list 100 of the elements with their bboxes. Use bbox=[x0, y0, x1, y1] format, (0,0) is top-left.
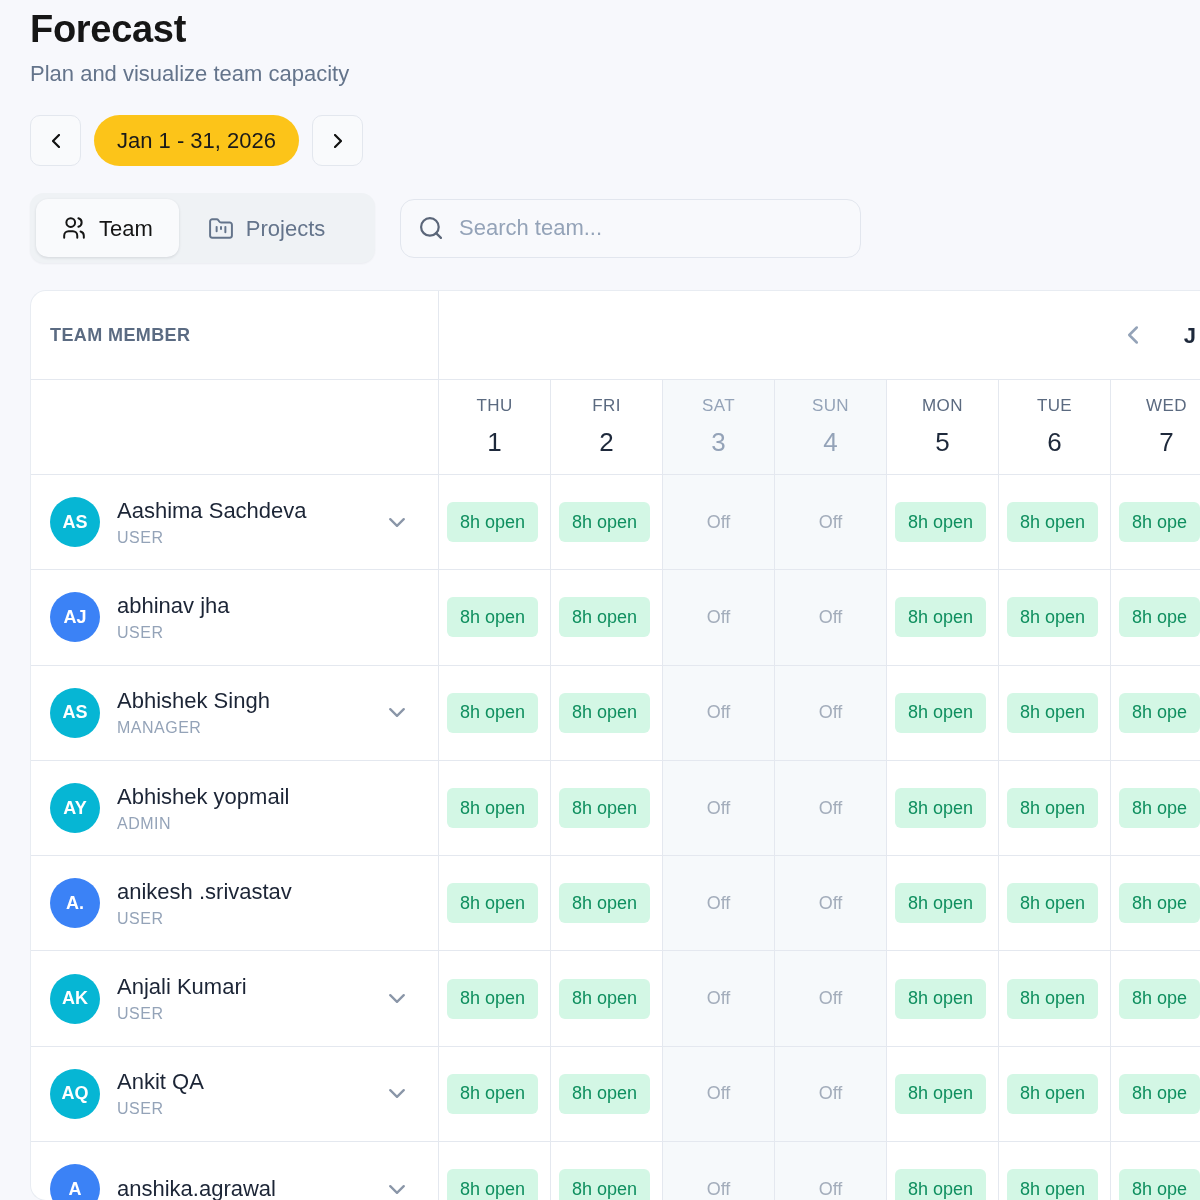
member-name: Ankit QA bbox=[117, 1068, 204, 1097]
open-hours-badge: 8h open bbox=[447, 692, 539, 733]
member-role: USER bbox=[117, 527, 165, 548]
day-off-label: Off bbox=[818, 510, 843, 534]
avatar: AQ bbox=[50, 1068, 100, 1119]
open-hours-badge: 8h ope bbox=[1119, 597, 1200, 638]
date-number: 7 bbox=[1159, 426, 1174, 458]
open-hours-badge: 8h open bbox=[1007, 1073, 1099, 1114]
open-hours-badge: 8h open bbox=[559, 692, 651, 733]
open-hours-badge: 8h open bbox=[447, 978, 539, 1019]
chevron-down-icon[interactable] bbox=[389, 517, 405, 527]
open-hours-badge: 8h open bbox=[559, 883, 651, 924]
day-off-label: Off bbox=[706, 605, 731, 629]
open-hours-badge: 8h open bbox=[1007, 502, 1099, 543]
open-hours-badge: 8h open bbox=[447, 1169, 539, 1200]
avatar: AJ bbox=[50, 592, 100, 643]
open-hours-badge: 8h ope bbox=[1119, 502, 1200, 543]
open-hours-badge: 8h open bbox=[447, 1073, 539, 1114]
avatar: AK bbox=[50, 973, 100, 1024]
member-name: Abhishek Singh bbox=[117, 687, 270, 716]
open-hours-badge: 8h open bbox=[895, 883, 987, 924]
chevron-right-icon bbox=[333, 133, 342, 148]
page-title: Forecast bbox=[30, 7, 187, 52]
day-off-label: Off bbox=[818, 891, 843, 915]
chevron-left-icon bbox=[51, 133, 60, 148]
day-off-label: Off bbox=[818, 987, 843, 1011]
chevron-down-icon[interactable] bbox=[389, 994, 405, 1004]
member-name: Abhishek yopmail bbox=[117, 782, 290, 811]
avatar: A. bbox=[50, 878, 100, 929]
open-hours-badge: 8h open bbox=[895, 788, 987, 829]
folder-chart-icon bbox=[208, 217, 233, 239]
open-hours-badge: 8h ope bbox=[1119, 692, 1200, 733]
chevron-left-icon[interactable] bbox=[1127, 326, 1138, 344]
open-hours-badge: 8h open bbox=[895, 1073, 987, 1114]
open-hours-badge: 8h ope bbox=[1119, 978, 1200, 1019]
date-number: 3 bbox=[711, 426, 726, 458]
open-hours-badge: 8h open bbox=[895, 502, 987, 543]
open-hours-badge: 8h open bbox=[559, 1169, 651, 1200]
avatar: AY bbox=[50, 783, 100, 834]
weekday-label: SUN bbox=[811, 396, 850, 416]
member-role: USER bbox=[117, 1099, 165, 1120]
column-heading: TEAM MEMBER bbox=[50, 323, 191, 347]
member-name: Anjali Kumari bbox=[117, 973, 247, 1002]
open-hours-badge: 8h open bbox=[447, 597, 539, 638]
member-name: anshika.agrawal bbox=[117, 1175, 276, 1200]
chevron-down-icon[interactable] bbox=[389, 1089, 405, 1099]
date-number: 5 bbox=[935, 426, 950, 458]
member-name: anikesh .srivastav bbox=[117, 877, 292, 906]
search-icon bbox=[420, 216, 442, 239]
day-off-label: Off bbox=[706, 891, 731, 915]
day-off-label: Off bbox=[706, 510, 731, 534]
search-field[interactable]: Search team... bbox=[400, 198, 861, 258]
day-off-label: Off bbox=[818, 1082, 843, 1106]
people-icon bbox=[62, 217, 86, 239]
day-off-label: Off bbox=[818, 1177, 843, 1200]
chevron-down-icon[interactable] bbox=[389, 708, 405, 718]
day-off-label: Off bbox=[818, 605, 843, 629]
day-off-label: Off bbox=[818, 796, 843, 820]
weekday-label: MON bbox=[922, 396, 963, 416]
day-off-label: Off bbox=[706, 1177, 731, 1200]
open-hours-badge: 8h ope bbox=[1119, 1169, 1200, 1200]
member-name: Aashima Sachdeva bbox=[117, 496, 307, 525]
member-name: abhinav jha bbox=[117, 591, 230, 620]
avatar: AS bbox=[50, 497, 100, 548]
open-hours-badge: 8h open bbox=[1007, 597, 1099, 638]
chevron-down-icon[interactable] bbox=[389, 1184, 405, 1194]
date-number: 4 bbox=[823, 426, 838, 458]
member-role: ADMIN bbox=[117, 813, 173, 834]
open-hours-badge: 8h open bbox=[895, 692, 987, 733]
open-hours-badge: 8h open bbox=[559, 1073, 651, 1114]
weekday-label: FRI bbox=[592, 396, 621, 416]
open-hours-badge: 8h open bbox=[1007, 883, 1099, 924]
view-tab[interactable]: Projects bbox=[182, 199, 352, 257]
open-hours-badge: 8h open bbox=[559, 502, 651, 543]
open-hours-badge: 8h ope bbox=[1119, 1073, 1200, 1114]
member-role: USER bbox=[117, 1004, 165, 1025]
member-role: MANAGER bbox=[117, 718, 203, 739]
open-hours-badge: 8h open bbox=[1007, 978, 1099, 1019]
weekday-label: WED bbox=[1146, 396, 1187, 416]
open-hours-badge: 8h open bbox=[1007, 1169, 1099, 1200]
open-hours-badge: 8h open bbox=[447, 883, 539, 924]
open-hours-badge: 8h open bbox=[1007, 692, 1099, 733]
open-hours-badge: 8h open bbox=[895, 1169, 987, 1200]
date-number: 2 bbox=[599, 426, 614, 458]
member-role: USER bbox=[117, 908, 165, 929]
open-hours-badge: 8h open bbox=[895, 978, 987, 1019]
day-off-label: Off bbox=[706, 701, 731, 725]
date-number: 6 bbox=[1047, 426, 1062, 458]
weekday-label: SAT bbox=[702, 396, 735, 416]
open-hours-badge: 8h open bbox=[447, 788, 539, 829]
avatar: A bbox=[50, 1164, 100, 1200]
weekday-label: THU bbox=[476, 396, 513, 416]
date-range-button[interactable]: Jan 1 - 31, 2026 bbox=[94, 115, 299, 166]
open-hours-badge: 8h ope bbox=[1119, 883, 1200, 924]
avatar: AS bbox=[50, 687, 100, 738]
open-hours-badge: 8h open bbox=[559, 597, 651, 638]
open-hours-badge: 8h open bbox=[895, 597, 987, 638]
view-tab[interactable]: Team bbox=[36, 199, 179, 257]
open-hours-badge: 8h open bbox=[559, 788, 651, 829]
open-hours-badge: 8h open bbox=[447, 502, 539, 543]
